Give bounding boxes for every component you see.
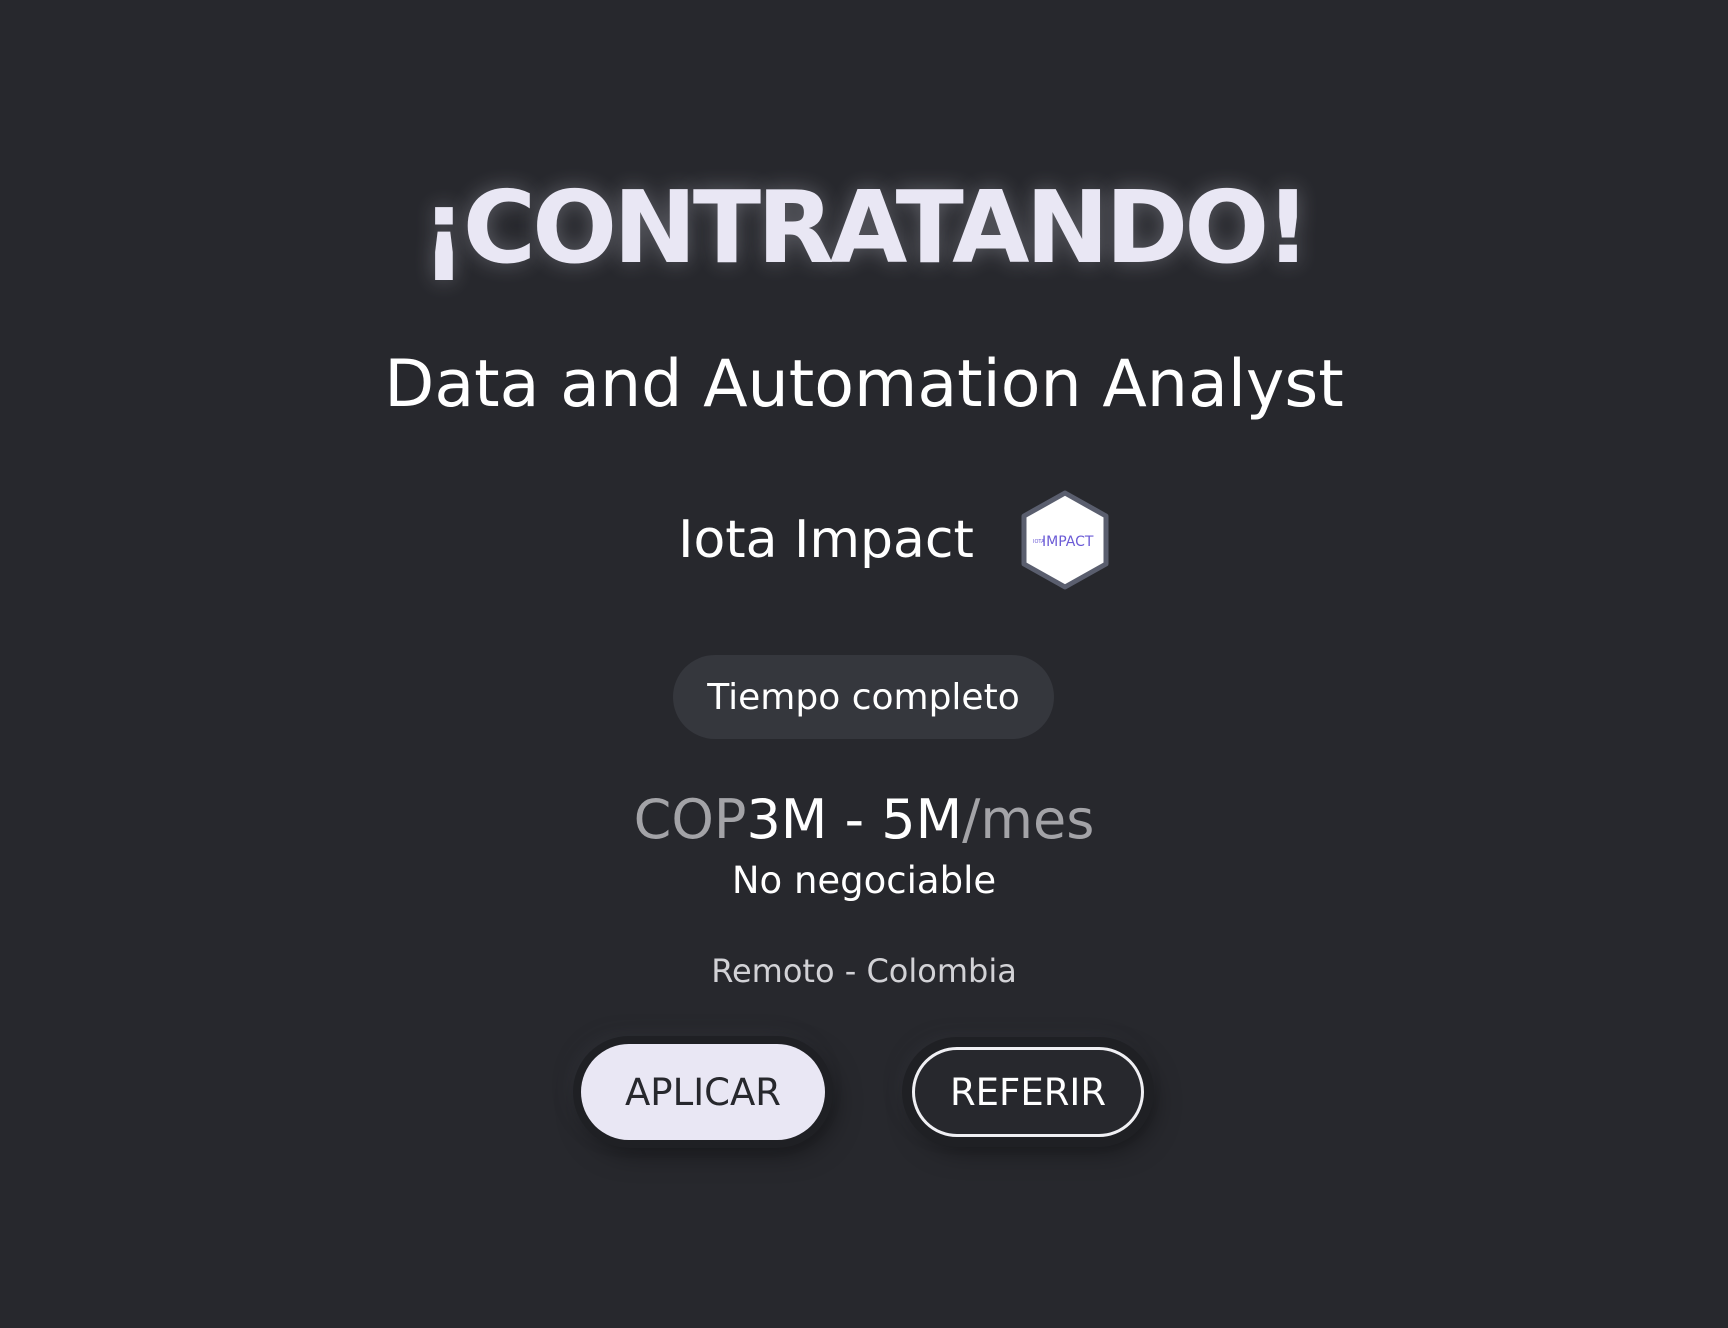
logo-text: IMPACT xyxy=(1042,534,1094,550)
salary-range: 3M - 5M xyxy=(746,788,963,851)
salary: COP3M - 5M/mes xyxy=(0,787,1728,853)
hiring-headline: ¡CONTRATANDO! xyxy=(421,169,1311,286)
company-logo-icon: IOTA IMPACT xyxy=(1020,490,1110,590)
company-name: Iota Impact xyxy=(678,510,974,570)
apply-button[interactable]: APLICAR xyxy=(581,1044,825,1140)
salary-unit: /mes xyxy=(962,788,1095,851)
apply-button-label: APLICAR xyxy=(624,1070,781,1114)
salary-currency: COP xyxy=(633,788,747,851)
refer-button-label: REFERIR xyxy=(949,1070,1107,1114)
employment-type-label: Tiempo completo xyxy=(707,676,1020,718)
job-location: Remoto - Colombia xyxy=(711,952,1017,990)
job-title: Data and Automation Analyst xyxy=(384,347,1344,422)
employment-type-badge: Tiempo completo xyxy=(673,655,1054,739)
job-posting-card: ¡CONTRATANDO! Data and Automation Analys… xyxy=(0,0,1728,1328)
company-row: Iota Impact IOTA IMPACT xyxy=(0,490,1728,590)
refer-button[interactable]: REFERIR xyxy=(912,1047,1144,1137)
salary-negotiable-note: No negociable xyxy=(731,859,997,902)
